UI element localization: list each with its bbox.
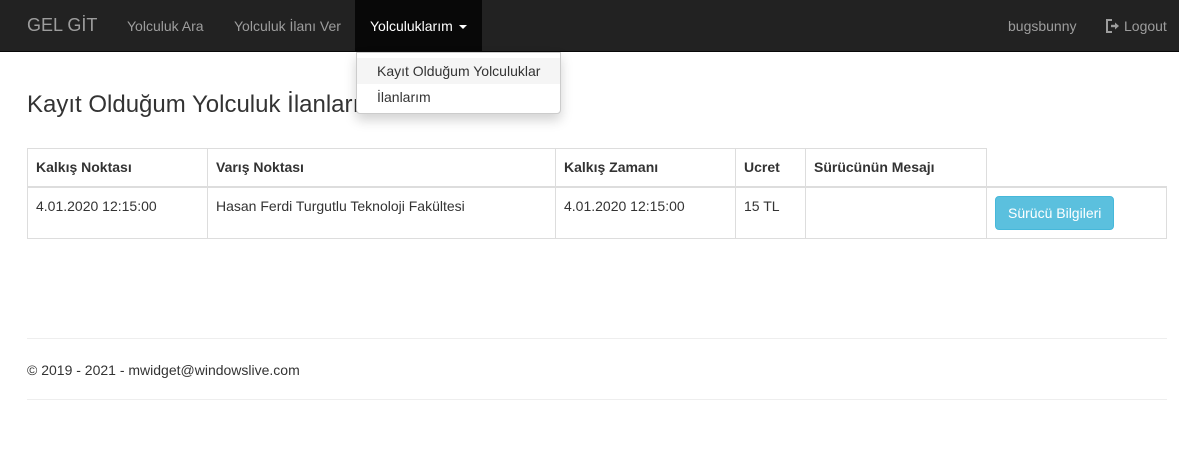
column-header-price: Ucret	[735, 148, 806, 188]
nav-username[interactable]: bugsbunny	[1008, 17, 1077, 35]
footer-text: © 2019 - 2021 - mwidget@windowslive.com	[27, 362, 300, 378]
nav-menu-yolculuklarim[interactable]: Yolculuklarım	[355, 0, 482, 51]
footer-divider-top	[27, 338, 1167, 339]
driver-info-button[interactable]: Sürücü Bilgileri	[995, 195, 1115, 230]
dropdown-item-ilanlarim[interactable]: İlanlarım	[357, 84, 560, 110]
cell-departure-time: 4.01.2020 12:15:00	[555, 186, 736, 239]
logout-icon	[1106, 19, 1119, 33]
logout-label: Logout	[1124, 18, 1167, 34]
cell-driver-message	[805, 186, 987, 239]
caret-down-icon	[458, 25, 467, 30]
nav-link-yolculuk-ilani-ver[interactable]: Yolculuk İlanı Ver	[234, 17, 341, 35]
column-header-driver-message: Sürücünün Mesajı	[805, 148, 987, 188]
footer-divider-bottom	[27, 399, 1167, 400]
nav-link-yolculuk-ara[interactable]: Yolculuk Ara	[127, 17, 204, 35]
brand-logo[interactable]: GEL GİT	[27, 15, 97, 35]
cell-departure: 4.01.2020 12:15:00	[27, 186, 208, 239]
yolculuklarim-dropdown-menu: Kayıt Olduğum Yolculuklar İlanlarım	[356, 52, 561, 114]
logout-link[interactable]: Logout	[1106, 17, 1167, 35]
rides-table: Kalkış Noktası Varış Noktası Kalkış Zama…	[27, 148, 1167, 239]
cell-action: Sürücü Bilgileri	[986, 186, 1167, 239]
cell-price: 15 TL	[735, 186, 806, 239]
table-header-row: Kalkış Noktası Varış Noktası Kalkış Zama…	[27, 148, 1167, 188]
column-header-departure: Kalkış Noktası	[27, 148, 208, 188]
column-header-destination: Varış Noktası	[207, 148, 556, 188]
cell-destination: Hasan Ferdi Turgutlu Teknoloji Fakültesi	[207, 186, 556, 239]
top-navbar: GEL GİT Yolculuk Ara Yolculuk İlanı Ver …	[0, 0, 1179, 52]
column-header-departure-time: Kalkış Zamanı	[555, 148, 736, 188]
dropdown-item-kayit-oldugum-yolculuklar[interactable]: Kayıt Olduğum Yolculuklar	[357, 58, 560, 84]
table-row: 4.01.2020 12:15:00 Hasan Ferdi Turgutlu …	[27, 186, 1167, 239]
page-title: Kayıt Olduğum Yolculuk İlanları	[27, 91, 360, 118]
column-header-action	[986, 148, 1167, 188]
nav-menu-label: Yolculuklarım	[370, 18, 453, 34]
